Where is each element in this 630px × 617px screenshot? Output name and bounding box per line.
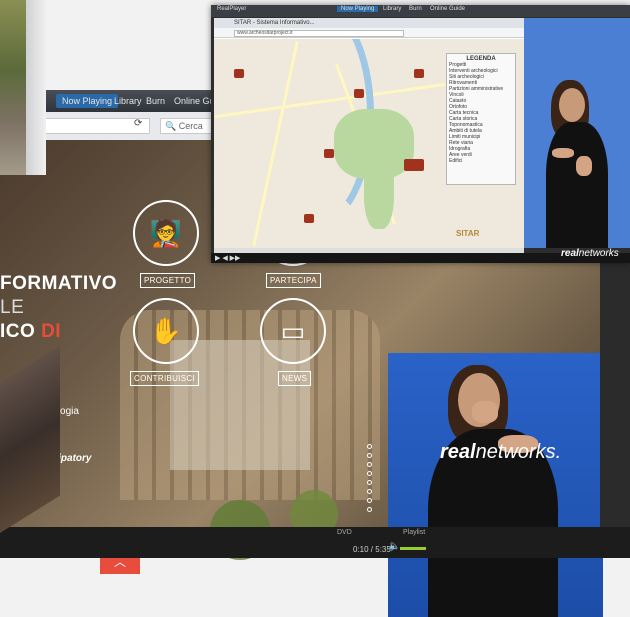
map-view[interactable]: LEGENDA Progetti Interventi archeologici S…	[214, 39, 524, 248]
logo-networks: networks	[578, 248, 619, 259]
map-marker-icon[interactable]	[404, 159, 424, 171]
volume-icon[interactable]: 🔈	[388, 541, 400, 552]
hero-title-line3: ICO	[0, 321, 36, 342]
tab-now-playing[interactable]: Now Playing	[337, 6, 379, 12]
progetto-button[interactable]: PROGETTO	[140, 273, 196, 288]
partecipa-button[interactable]: PARTECIPA	[266, 273, 321, 288]
browser-window: SITAR - Sistema Informativo... www.arche…	[214, 18, 524, 248]
logo-networks: networks.	[475, 441, 562, 463]
hero-title: FORMATIVO LE ICO DI	[0, 272, 125, 344]
hero-title-line1: FORMATIVO	[0, 273, 118, 294]
dvd-label[interactable]: DVD	[337, 529, 352, 536]
news-icon[interactable]: ▭	[260, 298, 326, 364]
volume-slider[interactable]	[400, 547, 426, 550]
photo-blur-edge	[26, 0, 46, 175]
logo-real: real	[561, 248, 579, 259]
foreground-player-window: RealPlayer Now Playing Library Burn Onli…	[211, 5, 630, 263]
tab-burn[interactable]: Burn	[405, 6, 426, 12]
player-controls: DVD Playlist 0:10 / 5:35 🔈	[0, 527, 630, 558]
legend-list[interactable]: Progetti Interventi archeologici Siti arch…	[449, 62, 513, 164]
map-legend-panel[interactable]: LEGENDA Progetti Interventi archeologici S…	[446, 53, 516, 185]
interpreter-body	[546, 122, 608, 248]
map-marker-icon[interactable]	[354, 89, 364, 98]
playback-time: 0:10 / 5:35	[353, 545, 391, 554]
contribuisci-icon[interactable]: ✋	[133, 298, 199, 364]
progetto-icon[interactable]: 🧑‍🏫	[133, 200, 199, 266]
legend-item[interactable]: Edifici	[449, 158, 513, 164]
realnetworks-logo: realnetworks.	[440, 441, 600, 471]
browser-tab[interactable]: SITAR - Sistema Informativo...	[214, 18, 524, 28]
map-marker-icon[interactable]	[324, 149, 334, 158]
sign-language-interpreter-video	[388, 353, 603, 617]
tab-library[interactable]: Library	[379, 6, 405, 12]
sitar-logo: SITAR	[456, 229, 480, 238]
hero-title-line2: LE	[0, 297, 25, 318]
realnetworks-logo: realnetworks	[561, 248, 619, 259]
slide-dots[interactable]	[367, 440, 375, 516]
tab-burn[interactable]: Burn	[140, 94, 171, 108]
map-marker-icon[interactable]	[304, 214, 314, 223]
map-park	[364, 149, 394, 229]
hero-title-accent: DI	[41, 321, 62, 342]
player-frame-edge	[600, 263, 630, 558]
contribuisci-button[interactable]: CONTRIBUISCI	[130, 371, 199, 386]
search-placeholder: Cerca	[178, 121, 203, 131]
interpreter-face	[559, 88, 585, 122]
reload-icon[interactable]: ⟳	[134, 118, 142, 129]
play-icon[interactable]: ▶ ◀ ▶▶	[215, 254, 240, 262]
playlist-button[interactable]: Playlist	[403, 529, 425, 536]
map-marker-icon[interactable]	[414, 69, 424, 78]
news-button[interactable]: NEWS	[278, 371, 312, 386]
interpreter-hand	[552, 148, 574, 158]
interpreter-hand	[576, 156, 592, 176]
interpreter-hand	[472, 401, 498, 423]
sign-language-interpreter-video	[524, 18, 630, 248]
logo-real: real	[440, 441, 476, 463]
app-title: RealPlayer	[217, 6, 247, 12]
map-marker-icon[interactable]	[234, 69, 244, 78]
photo-thumbnail-top	[0, 0, 26, 175]
player-title-bar: RealPlayer Now Playing Library Burn Onli…	[211, 5, 630, 17]
tab-online-guide[interactable]: Online Guide	[426, 6, 469, 12]
url-field[interactable]: www.archeositarproject.it	[234, 30, 404, 37]
browser-toolbar: www.archeositarproject.it	[214, 28, 524, 38]
